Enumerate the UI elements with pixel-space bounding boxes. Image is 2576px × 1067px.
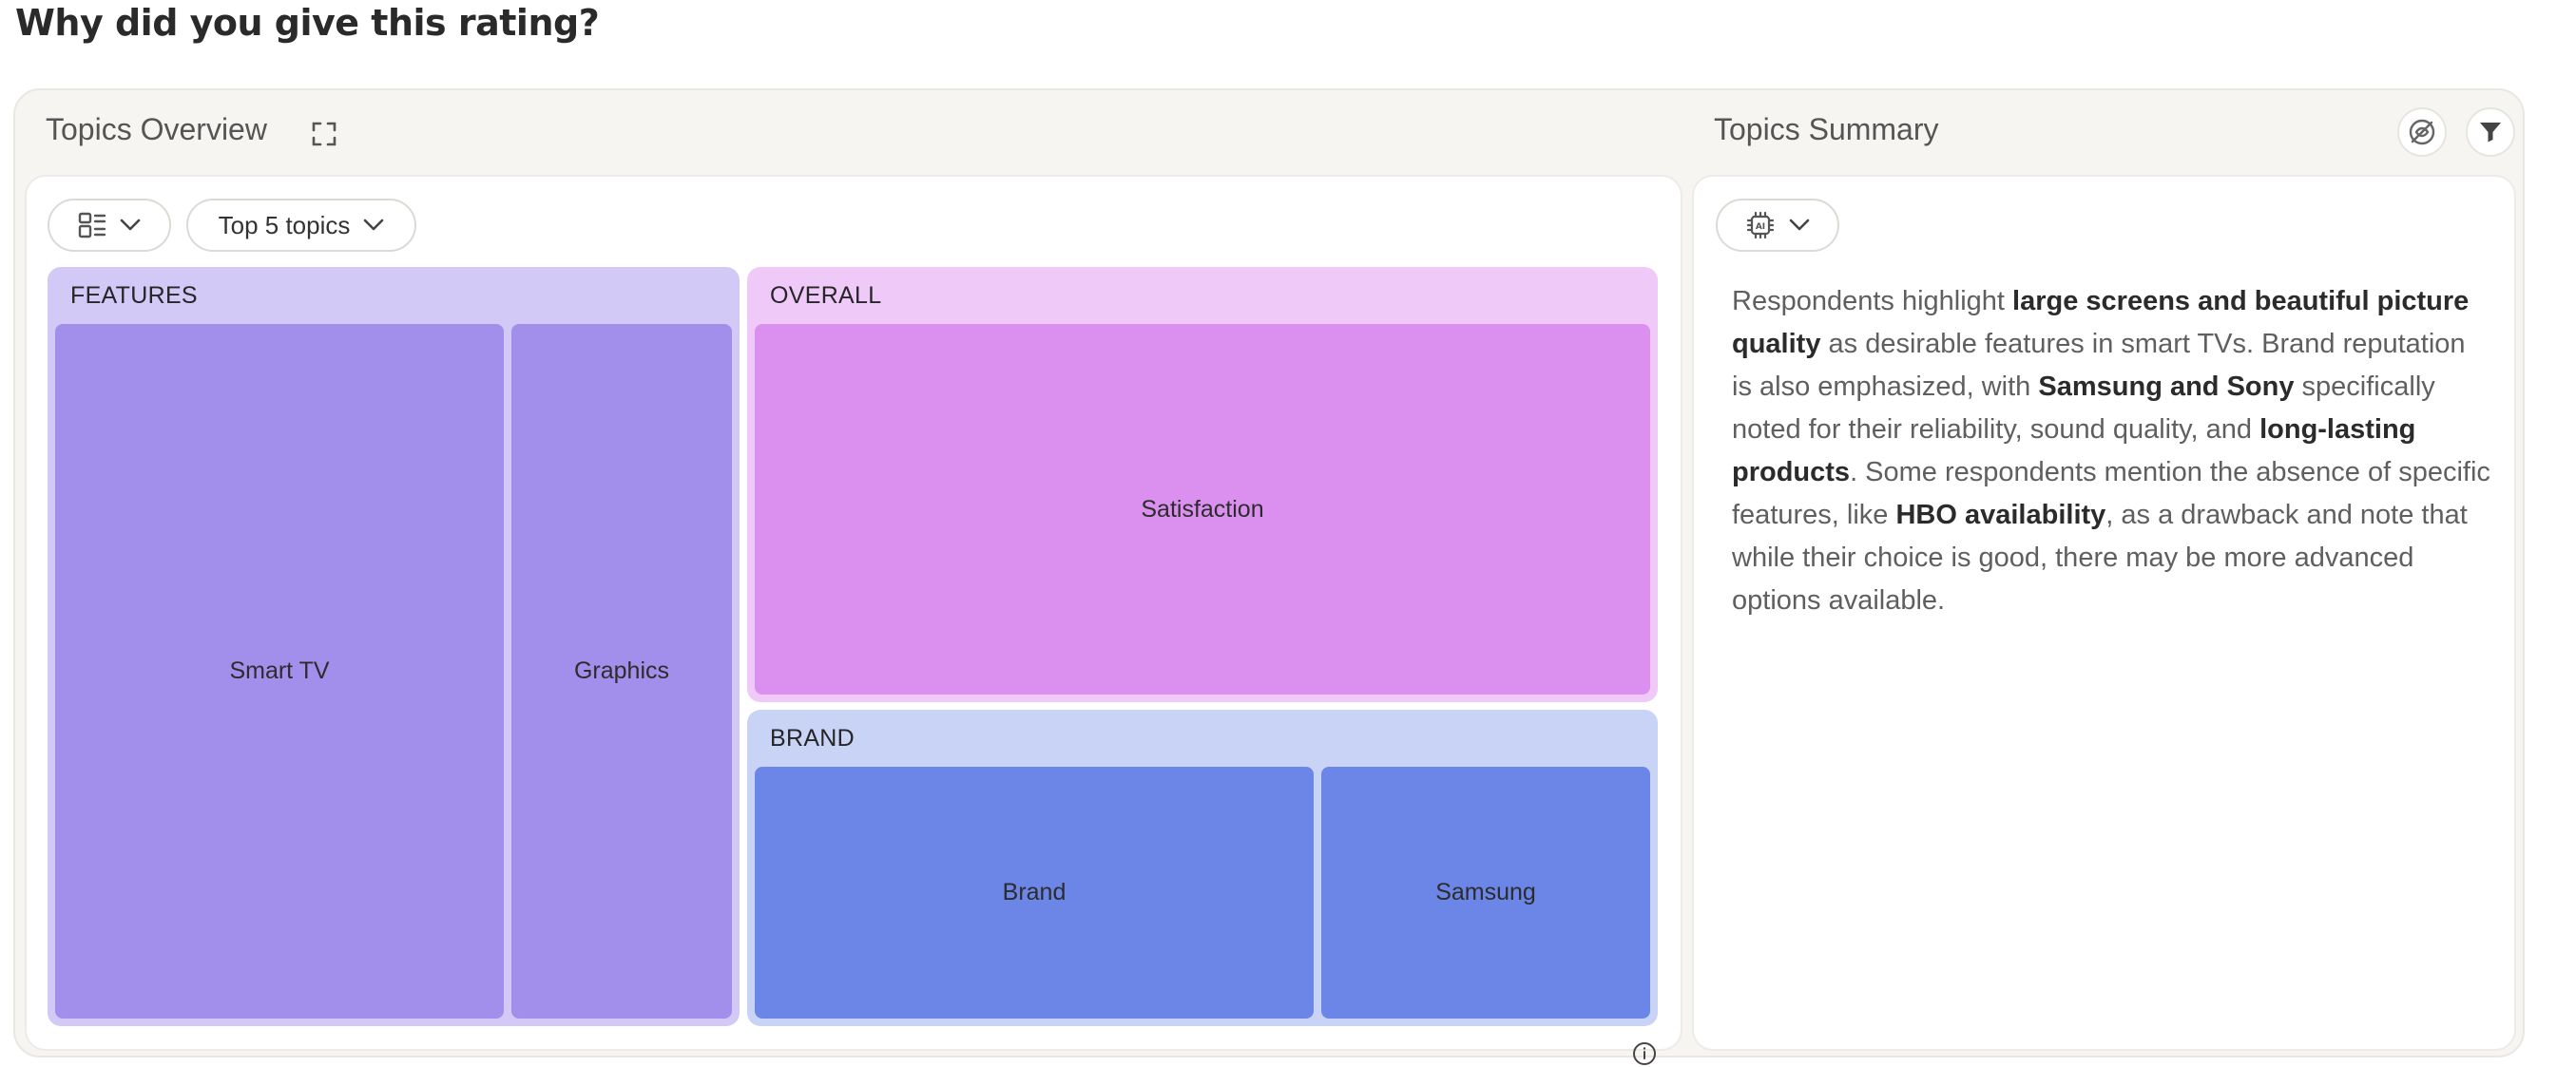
treemap-tile-graphics[interactable]: Graphics	[511, 324, 732, 1019]
treemap-tile-brand[interactable]: Brand	[755, 767, 1314, 1019]
group-label: FEATURES	[70, 282, 198, 309]
page-title: Why did you give this rating?	[15, 2, 600, 44]
topics-count-label: Top 5 topics	[218, 210, 351, 239]
ai-chip-icon: AI	[1745, 210, 1776, 240]
treemap-group-overall[interactable]: OVERALL Satisfaction	[747, 267, 1658, 702]
treemap-tile-samsung[interactable]: Samsung	[1321, 767, 1650, 1019]
chevron-down-icon	[120, 219, 141, 232]
treemap-tile-smart-tv[interactable]: Smart TV	[55, 324, 504, 1019]
expand-icon[interactable]	[308, 118, 340, 150]
eye-off-icon	[2406, 116, 2438, 148]
summary-highlight: Samsung and Sony	[2038, 372, 2295, 402]
tile-label: Graphics	[573, 657, 670, 684]
topics-summary-title: Topics Summary	[1714, 112, 1939, 146]
chevron-down-icon	[363, 219, 384, 232]
treemap-group-brand[interactable]: BRAND Brand Samsung	[747, 710, 1658, 1026]
topics-overview-title: Topics Overview	[46, 112, 267, 146]
svg-text:AI: AI	[1756, 222, 1765, 232]
group-label: BRAND	[770, 725, 855, 752]
chevron-down-icon	[1789, 219, 1810, 232]
hide-button[interactable]	[2397, 107, 2447, 157]
tile-label: Satisfaction	[1141, 495, 1264, 523]
topics-count-select[interactable]: Top 5 topics	[186, 199, 416, 252]
layout-grid-icon	[78, 212, 106, 238]
filter-button[interactable]	[2466, 107, 2515, 157]
summary-text: Respondents highlight	[1732, 286, 2013, 316]
filter-icon	[2478, 120, 2503, 144]
info-icon[interactable]	[1631, 1040, 1658, 1067]
tile-label: Samsung	[1435, 879, 1536, 905]
group-label: OVERALL	[770, 282, 882, 309]
summary-highlight: HBO availability	[1895, 500, 2106, 530]
ai-model-select[interactable]: AI	[1716, 199, 1839, 252]
tile-label: Smart TV	[229, 657, 330, 684]
treemap-tile-satisfaction[interactable]: Satisfaction	[755, 324, 1650, 695]
topics-summary-text: Respondents highlight large screens and …	[1732, 280, 2492, 622]
treemap-group-features[interactable]: FEATURES Smart TV Graphics	[48, 267, 740, 1026]
layout-select[interactable]	[48, 199, 171, 252]
tile-label: Brand	[1002, 879, 1067, 905]
